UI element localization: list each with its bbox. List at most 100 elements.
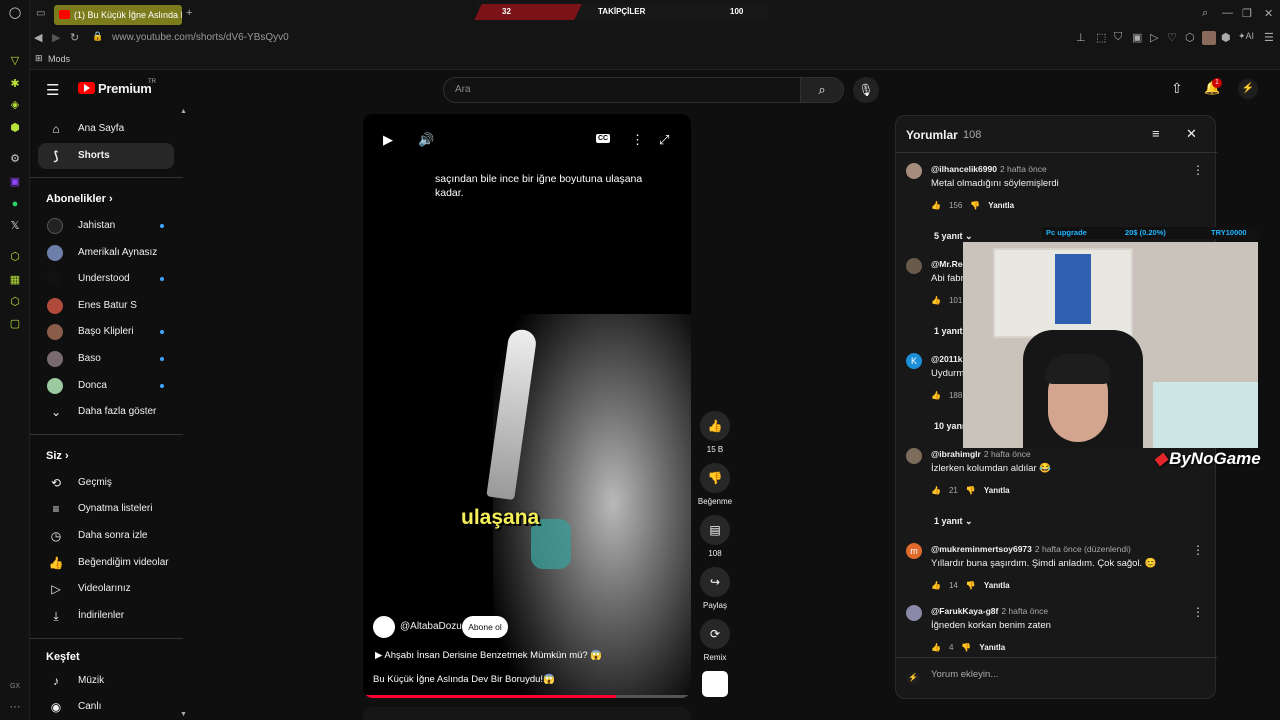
comment-menu-icon[interactable]: ⋮ bbox=[1192, 163, 1204, 177]
view-replies-button[interactable]: 1 yanıt ⌄ bbox=[934, 516, 973, 527]
search-input[interactable]: Ara bbox=[443, 77, 801, 103]
shield-icon[interactable]: ⛉ bbox=[1114, 31, 1122, 44]
comment-username[interactable]: @ibrahimglr bbox=[931, 449, 981, 459]
subscribe-button[interactable]: Abone ol bbox=[462, 616, 508, 638]
search-tabs-icon[interactable]: ⌕ bbox=[1202, 7, 1208, 20]
next-short-preview[interactable] bbox=[363, 707, 691, 720]
remix-button[interactable]: ⟳ Remix bbox=[700, 619, 730, 662]
sidebar-item-sub[interactable]: Baso bbox=[38, 346, 174, 372]
comment-username[interactable]: @ilhancelik6990 bbox=[931, 164, 997, 174]
thumbs-up-icon[interactable]: 👍 bbox=[931, 643, 941, 652]
easy-setup-icon[interactable]: ☰ bbox=[1264, 31, 1274, 44]
voice-search-button[interactable]: 🎙 bbox=[853, 77, 879, 103]
menu-icon[interactable]: ☰ bbox=[46, 81, 59, 99]
add-comment-input[interactable]: Yorum ekleyin... bbox=[931, 669, 998, 680]
sidebar-item-sub[interactable]: Jahistan bbox=[38, 213, 174, 239]
avatar[interactable] bbox=[906, 163, 922, 179]
more-options-icon[interactable]: ⋮ bbox=[631, 132, 644, 148]
player-icon[interactable]: ⬢ bbox=[8, 121, 22, 135]
profile-icon[interactable] bbox=[1202, 31, 1216, 45]
sidebar-item-liked[interactable]: 👍 Beğendiğim videolar bbox=[38, 550, 174, 576]
sidebar-item-history[interactable]: ⟲ Geçmiş bbox=[38, 470, 174, 496]
shorts-player[interactable]: ▶ 🔊 CC ⋮ ⤢ saçından bile ince bir iğne b… bbox=[363, 114, 691, 698]
avatar[interactable] bbox=[906, 258, 922, 274]
comment-menu-icon[interactable]: ⋮ bbox=[1192, 605, 1204, 619]
comment-username[interactable]: @Mr.Rec bbox=[931, 259, 967, 269]
extensions-icon[interactable]: ▣ bbox=[1132, 31, 1142, 44]
volume-icon[interactable]: 🔊 bbox=[418, 132, 434, 148]
thumbs-up-icon[interactable]: 👍 bbox=[931, 486, 941, 495]
avatar[interactable] bbox=[906, 448, 922, 464]
sidebar-item-shorts[interactable]: ⟆ Shorts bbox=[38, 143, 174, 169]
thumbs-up-icon[interactable]: 👍 bbox=[931, 201, 941, 210]
aria-icon[interactable]: ✱ bbox=[8, 77, 22, 91]
like-button[interactable]: 👍 15 B bbox=[700, 411, 730, 454]
youtube-premium-logo[interactable]: Premium bbox=[98, 81, 152, 96]
close-window-icon[interactable]: ✕ bbox=[1264, 7, 1273, 20]
comment-menu-icon[interactable]: ⋮ bbox=[1192, 543, 1204, 557]
thumbs-down-icon[interactable]: 👎 bbox=[966, 581, 976, 590]
reply-button[interactable]: Yanıtla bbox=[988, 201, 1014, 210]
active-tab[interactable]: (1) Bu Küçük İğne Aslında D bbox=[54, 5, 182, 25]
captions-icon[interactable]: CC bbox=[596, 134, 611, 143]
cube-icon[interactable]: ⬡ bbox=[1185, 31, 1195, 44]
scroll-up-icon[interactable]: ▲ bbox=[180, 108, 187, 115]
you-heading[interactable]: Siz › bbox=[46, 450, 69, 462]
sidebar-item-music[interactable]: ♪ Müzik bbox=[38, 668, 174, 694]
vpn-icon[interactable]: ⬢ bbox=[1221, 31, 1231, 44]
subscriptions-heading[interactable]: Abonelikler › bbox=[46, 193, 113, 205]
player-play-icon[interactable]: ▷ bbox=[1150, 31, 1158, 44]
sidebar-item-live[interactable]: ◉ Canlı bbox=[38, 694, 174, 720]
url-field[interactable]: www.youtube.com/shorts/dV6-YBsQyv0 bbox=[112, 32, 289, 43]
avatar[interactable] bbox=[906, 605, 922, 621]
upload-icon[interactable]: ⇧ bbox=[1171, 80, 1183, 97]
sound-link[interactable]: ▶ Ahşabı İnsan Derisine Benzetmek Mümkün… bbox=[375, 650, 602, 661]
share-button[interactable]: ↪ Paylaş bbox=[700, 567, 730, 610]
maximize-icon[interactable]: ❐ bbox=[1242, 7, 1252, 20]
thumbs-up-icon[interactable]: 👍 bbox=[931, 581, 941, 590]
sidebar-item-sub[interactable]: Amerikalı Aynasız bbox=[38, 240, 174, 266]
comments-button[interactable]: ▤ 108 bbox=[700, 515, 730, 558]
thumbs-down-icon[interactable]: 👎 bbox=[966, 486, 976, 495]
opera-logo-icon[interactable]: ◯ bbox=[8, 6, 22, 20]
snapshot-icon[interactable]: ⬚ bbox=[1096, 31, 1106, 44]
sidebar-item-downloads[interactable]: ⤓ İndirilenler bbox=[38, 603, 174, 629]
minimize-icon[interactable]: — bbox=[1222, 7, 1233, 19]
gx-icon[interactable]: ▽ bbox=[8, 54, 22, 68]
show-more-button[interactable]: ⌄ Daha fazla göster bbox=[38, 399, 174, 425]
hub-icon[interactable]: ▦ bbox=[8, 273, 22, 287]
new-tab-icon[interactable]: + bbox=[186, 7, 192, 19]
sidebar-item-sub[interactable]: Başo Klipleri bbox=[38, 319, 174, 345]
thumbs-down-icon[interactable]: 👎 bbox=[970, 201, 980, 210]
comment-username[interactable]: @2011k bbox=[931, 354, 962, 364]
crypto-icon[interactable]: ⬡ bbox=[8, 295, 22, 309]
whatsapp-icon[interactable]: ● bbox=[8, 197, 22, 211]
twitch-icon[interactable]: ▣ bbox=[8, 175, 22, 189]
x-icon[interactable]: 𝕏 bbox=[8, 219, 22, 233]
dislike-button[interactable]: 👎 Beğenme bbox=[698, 463, 732, 506]
sidebar-item-sub[interactable]: Enes Batur S bbox=[38, 293, 174, 319]
view-replies-button[interactable]: 1 yanıt bbox=[934, 326, 963, 336]
heart-icon[interactable]: ♡ bbox=[1167, 31, 1177, 44]
play-icon[interactable]: ▶ bbox=[383, 132, 393, 148]
back-icon[interactable]: ◀ bbox=[34, 31, 42, 44]
forward-icon[interactable]: ▶ bbox=[52, 31, 60, 44]
avatar[interactable]: K bbox=[906, 353, 922, 369]
sidebar-item-home[interactable]: ⌂ Ana Sayfa bbox=[38, 116, 174, 142]
sidebar-item-your-videos[interactable]: ▷ Videolarınız bbox=[38, 576, 174, 602]
video-title[interactable]: Bu Küçük İğne Aslında Dev Bir Boruydu!😱 bbox=[373, 674, 555, 685]
extension-icon[interactable]: ⬡ bbox=[8, 250, 22, 264]
wallet-icon[interactable]: ▢ bbox=[8, 317, 22, 331]
sound-thumbnail[interactable] bbox=[700, 671, 730, 697]
reload-icon[interactable]: ↻ bbox=[70, 31, 79, 44]
sidebar-item-sub[interactable]: Understood bbox=[38, 266, 174, 292]
account-avatar[interactable]: ⚡ bbox=[1238, 79, 1258, 99]
video-progress-bar[interactable] bbox=[363, 695, 691, 698]
search-button[interactable]: ⌕ bbox=[800, 77, 844, 103]
sidebar-item-playlists[interactable]: ≡ Oynatma listeleri bbox=[38, 496, 174, 522]
thumbs-up-icon[interactable]: 👍 bbox=[931, 391, 941, 400]
channel-name[interactable]: @AltabaDozu bbox=[400, 616, 462, 638]
fullscreen-icon[interactable]: ⤢ bbox=[659, 132, 669, 148]
channel-avatar[interactable] bbox=[373, 616, 395, 638]
pin-icon[interactable]: ⊥ bbox=[1076, 31, 1086, 44]
